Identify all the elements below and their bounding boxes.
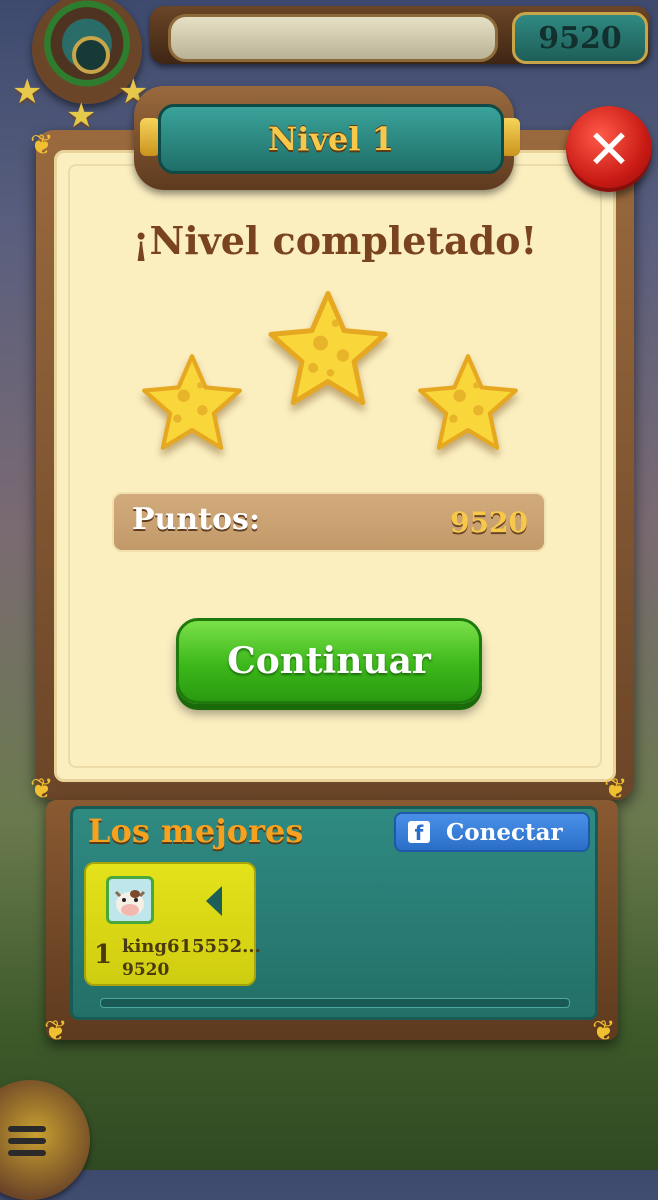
points-value: 9520	[450, 506, 528, 539]
star-icon-left	[142, 354, 242, 450]
level-complete-headline: ¡Nivel completado!	[132, 218, 538, 263]
continue-button[interactable]: Continuar	[176, 618, 482, 704]
arrow-left-icon	[206, 886, 222, 916]
close-button[interactable]: ✕	[566, 106, 652, 192]
connect-label: Conectar	[446, 818, 563, 846]
entry-rank: 1	[94, 940, 113, 970]
corner-leaf-icon: ❦	[44, 1014, 68, 1047]
cow-avatar-icon	[114, 890, 146, 916]
hud-orb-icon	[72, 36, 110, 74]
corner-leaf-icon: ❦	[30, 128, 54, 161]
hud-score: 9520	[512, 12, 648, 64]
entry-score: 9520	[122, 960, 170, 980]
leaderboard-scrollbar[interactable]	[100, 998, 570, 1008]
leaderboard-title: Los mejores	[88, 812, 304, 850]
entry-name: king615552...	[122, 936, 261, 957]
menu-icon	[8, 1126, 46, 1162]
title-plate-cap	[140, 118, 160, 156]
hud-star-icon: ★	[12, 72, 43, 112]
star-icon-right	[418, 354, 518, 450]
facebook-connect-button[interactable]: f Conectar	[394, 812, 590, 852]
avatar	[106, 876, 154, 924]
points-label: Puntos:	[132, 502, 261, 537]
corner-leaf-icon: ❦	[30, 772, 54, 805]
level-progress-bar	[168, 14, 498, 62]
facebook-icon: f	[408, 821, 430, 843]
level-title: Nivel 1	[158, 104, 504, 174]
close-icon: ✕	[586, 117, 632, 181]
star-icon-center	[268, 290, 388, 406]
corner-leaf-icon: ❦	[592, 1014, 616, 1047]
